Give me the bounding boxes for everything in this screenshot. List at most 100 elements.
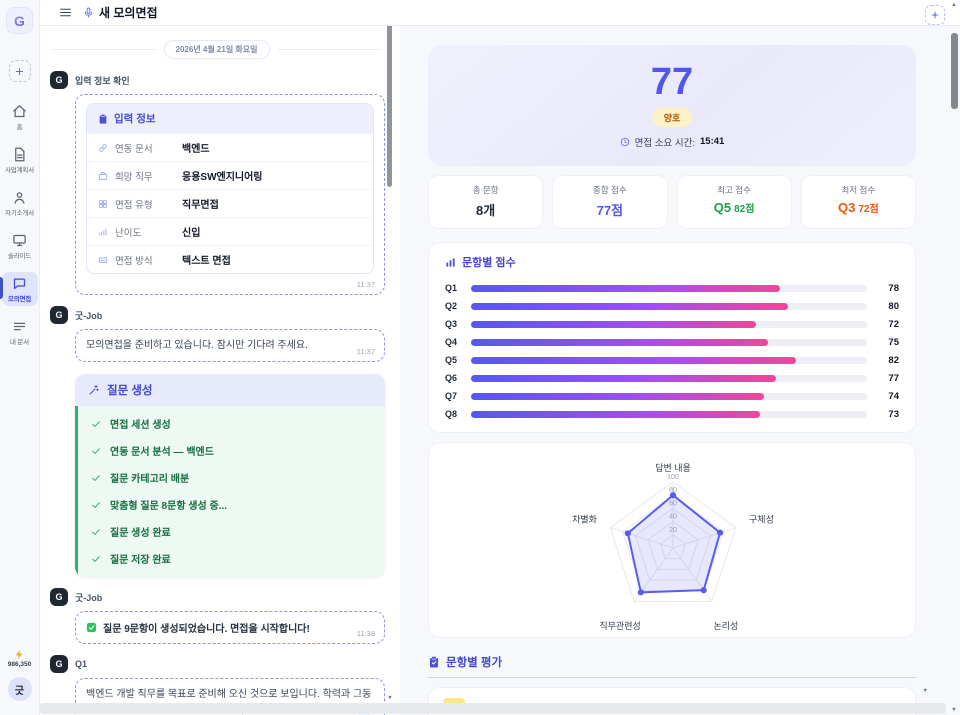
new-session-button[interactable] <box>925 5 945 25</box>
monitor-icon <box>12 233 27 248</box>
app-logo[interactable]: G <box>6 7 33 34</box>
grade-badge: 양호 <box>652 108 693 127</box>
chat-panel: 2026년 4월 21일 화요일 G 입력 정보 확인 입력 정보 연동 문서백… <box>40 26 400 715</box>
lines-icon <box>12 319 27 334</box>
bar-track <box>471 411 867 418</box>
bar-track <box>471 375 867 382</box>
bar-value: 82 <box>877 355 899 366</box>
sidebar-item-label: 모의면접 <box>8 293 31 303</box>
mic-icon <box>83 7 94 18</box>
svg-text:답변 내용: 답변 내용 <box>655 462 691 473</box>
file-icon <box>12 147 27 162</box>
per-question-eval-title: 문항별 평가 <box>446 654 502 670</box>
stat-label: 종합 점수 <box>557 184 662 196</box>
bot-avatar: G <box>50 655 68 673</box>
stat-value: 8개 <box>433 200 538 219</box>
check-icon <box>91 446 101 456</box>
chat-scrollbar[interactable]: ▲ ▼ <box>386 3 394 701</box>
sidebar-item-business-plan[interactable]: 사업계획서 <box>2 143 38 177</box>
bar-chart-row: Q178 <box>445 279 899 297</box>
credits-balance: 986,350 <box>8 649 32 668</box>
stat-card: 최저 점수Q372점 <box>801 175 916 229</box>
scroll-down-icon[interactable]: ▼ <box>950 707 958 713</box>
info-row: 난이도신입 <box>87 217 373 245</box>
sidebar-item-slides[interactable]: 슬라이드 <box>2 229 38 263</box>
duration-value: 15:41 <box>700 136 724 147</box>
chat-scrollbar-thumb[interactable] <box>387 11 392 187</box>
horizontal-scrollbar[interactable] <box>40 703 946 714</box>
generation-step: 질문 저장 완료 <box>78 545 385 572</box>
bar-track <box>471 393 867 400</box>
bar-fill <box>471 375 776 382</box>
plus-icon <box>930 10 940 20</box>
sidebar-item-home[interactable]: 홈 <box>2 100 38 134</box>
clipboard-check-icon <box>428 656 440 668</box>
stat-subvalue: 72점 <box>858 204 878 215</box>
info-row-label: 희망 직무 <box>115 169 175 183</box>
sidebar-item-cover-letter[interactable]: 자기소개서 <box>2 186 38 220</box>
message-group-preparing: G 굿-Job 모의면접을 준비하고 있습니다. 잠시만 기다려 주세요. 11… <box>48 306 385 362</box>
generation-step: 질문 생성 완료 <box>78 518 385 545</box>
app-header: 새 모의면접 <box>40 0 960 26</box>
link-icon <box>98 143 108 153</box>
bar-fill <box>471 393 764 400</box>
sidebar-item-my-docs[interactable]: 내 문서 <box>2 315 38 349</box>
lightning-icon <box>14 649 25 660</box>
generation-step: 맞춤형 질문 8문항 생성 중... <box>78 491 385 518</box>
input-info-title: 입력 정보 <box>114 111 156 126</box>
scroll-up-icon[interactable]: ▲ <box>950 2 958 8</box>
message-label: 굿-Job <box>75 309 102 322</box>
total-score: 77 <box>651 63 693 101</box>
message-text: 질문 9문항이 생성되었습니다. 면접을 시작합니다! <box>103 620 310 635</box>
generation-step-label: 질문 저장 완료 <box>110 551 171 566</box>
stat-card: 최고 점수Q582점 <box>677 175 792 229</box>
info-row-value: 백엔드 <box>182 140 210 155</box>
new-project-button[interactable] <box>9 60 31 82</box>
bar-fill <box>471 303 788 310</box>
per-question-eval-header: 문항별 평가 <box>428 654 916 678</box>
bar-chart-row: Q677 <box>445 369 899 387</box>
info-row-value: 직무면접 <box>182 196 219 211</box>
bar-fill <box>471 285 780 292</box>
clipboard-icon <box>98 114 108 124</box>
user-avatar[interactable]: 긋 <box>8 677 32 701</box>
timestamp: 11:38 <box>357 629 375 638</box>
bar-label: Q2 <box>445 301 461 311</box>
scroll-down-icon[interactable]: ▼ <box>386 695 394 701</box>
input-info-header: 입력 정보 <box>87 104 373 133</box>
magic-wand-icon <box>88 384 100 396</box>
check-icon <box>91 419 101 429</box>
panel-scroll-down-icon[interactable]: ▼ <box>923 688 928 694</box>
message-bubble-info-card: 입력 정보 연동 문서백엔드희망 직무응용SW엔지니어링면접 유형직무면접난이도… <box>75 94 385 295</box>
hamburger-menu-icon[interactable] <box>59 6 72 19</box>
message-group-generated: G 굿-Job 질문 9문항이 생성되었습니다. 면접을 시작합니다! 11:3… <box>48 588 385 644</box>
bot-avatar: G <box>50 306 68 324</box>
keyboard-icon <box>98 255 108 265</box>
radar-chart: 10080604020답변 내용구체성논리성직무관련성차별화 <box>429 444 915 636</box>
generation-step: 면접 세션 생성 <box>78 410 385 437</box>
clock-icon <box>620 137 630 147</box>
sidebar: G 홈사업계획서자기소개서슬라이드모의면접내 문서 986,350 긋 <box>0 0 40 715</box>
info-row-label: 면접 방식 <box>115 253 175 267</box>
message-label: 굿-Job <box>75 591 102 604</box>
signal-icon <box>98 227 108 237</box>
info-row-value: 신입 <box>182 224 200 239</box>
bar-label: Q3 <box>445 319 461 329</box>
info-row-label: 면접 유형 <box>115 197 175 211</box>
input-info-card: 입력 정보 연동 문서백엔드희망 직무응용SW엔지니어링면접 유형직무면접난이도… <box>86 103 374 274</box>
check-icon <box>91 500 101 510</box>
duration-label: 면접 소요 시간: <box>635 135 695 149</box>
sidebar-item-label: 사업계획서 <box>5 164 34 174</box>
user-icon <box>12 190 27 205</box>
generation-step-label: 면접 세션 생성 <box>110 416 171 431</box>
page-scrollbar[interactable]: ▲ ▼ <box>948 0 960 715</box>
bar-label: Q5 <box>445 355 461 365</box>
sidebar-footer: 986,350 긋 <box>8 649 32 715</box>
info-row-value: 응용SW엔지니어링 <box>182 168 263 183</box>
svg-text:직무관련성: 직무관련성 <box>599 621 640 631</box>
bot-avatar: G <box>50 71 68 89</box>
page-scrollbar-thumb[interactable] <box>951 33 958 109</box>
generation-step: 연동 문서 분석 — 백엔드 <box>78 437 385 464</box>
date-badge: 2026년 4월 21일 화요일 <box>164 40 270 59</box>
sidebar-item-mock-interview[interactable]: 모의면접 <box>2 272 38 306</box>
